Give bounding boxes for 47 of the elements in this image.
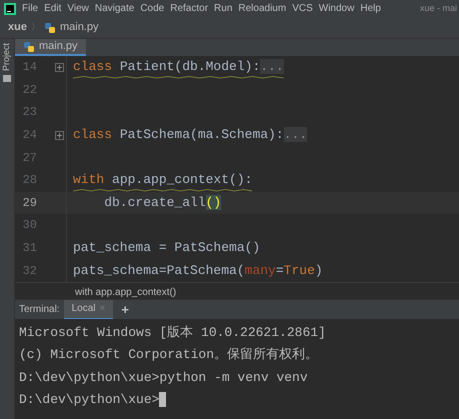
new-terminal-button[interactable]: + xyxy=(113,300,137,320)
menu-item[interactable]: VCS xyxy=(292,1,313,16)
fold-icon[interactable] xyxy=(55,130,64,140)
menu-item[interactable]: Navigate xyxy=(94,1,134,16)
line-number: 31 xyxy=(22,240,38,258)
line-number: 28 xyxy=(22,172,38,190)
project-crumb[interactable]: xue xyxy=(8,19,27,36)
code-line: with app.app_context(): xyxy=(73,173,252,188)
code-line: class Patient(db.Model):... xyxy=(73,60,284,74)
code-line: class PatSchema(ma.Schema):... xyxy=(73,128,308,142)
menu-item[interactable]: Refactor xyxy=(170,1,208,16)
line-number: 23 xyxy=(22,104,38,122)
line-number: 30 xyxy=(22,217,38,234)
terminal-line: D:\dev\python\xue> xyxy=(19,391,160,409)
line-number: 32 xyxy=(22,262,38,280)
breadcrumb-separator: 〉 xyxy=(30,20,40,34)
line-number: 29 xyxy=(22,194,38,212)
line-number: 14 xyxy=(22,59,38,76)
project-tool-tab[interactable]: Project xyxy=(0,43,14,72)
menu-item[interactable]: Help xyxy=(360,1,381,16)
cursor-icon xyxy=(159,392,166,408)
python-file-icon xyxy=(23,40,35,52)
terminal-line: (c) Microsoft Corporation。保留所有权利。 xyxy=(19,346,318,364)
menu-item[interactable]: Reloadium xyxy=(238,1,286,16)
menu-item[interactable]: Run xyxy=(214,1,232,16)
code-line: db.create_all() xyxy=(103,196,222,210)
file-crumb[interactable]: main.py xyxy=(60,19,98,36)
code-line: pat_schema = PatSchema() xyxy=(73,241,260,256)
terminal-label: Terminal: xyxy=(18,303,61,317)
line-number: 24 xyxy=(22,127,38,144)
app-logo-icon xyxy=(4,2,16,14)
menu-item[interactable]: Edit xyxy=(44,1,62,16)
line-number: 27 xyxy=(22,150,38,167)
terminal-line: Microsoft Windows [版本 10.0.22621.2861] xyxy=(19,324,326,342)
menu-item[interactable]: Window xyxy=(318,1,354,16)
window-title: xue - mai xyxy=(420,2,458,15)
code-line: pats_schema=PatSchema(many=True) xyxy=(73,264,323,278)
python-file-icon xyxy=(44,22,56,34)
fold-icon[interactable] xyxy=(55,62,64,72)
terminal-tab[interactable]: Local × xyxy=(64,300,114,320)
terminal-line: D:\dev\python\xue>python -m venv venv xyxy=(19,368,308,386)
editor-tab[interactable]: main.py xyxy=(15,39,86,56)
menu-item[interactable]: View xyxy=(67,1,89,16)
menu-item[interactable]: File xyxy=(22,1,38,16)
menu-item[interactable]: Code xyxy=(140,1,164,16)
line-number: 22 xyxy=(22,82,38,99)
editor-breadcrumb[interactable]: with app.app_context() xyxy=(75,284,176,299)
